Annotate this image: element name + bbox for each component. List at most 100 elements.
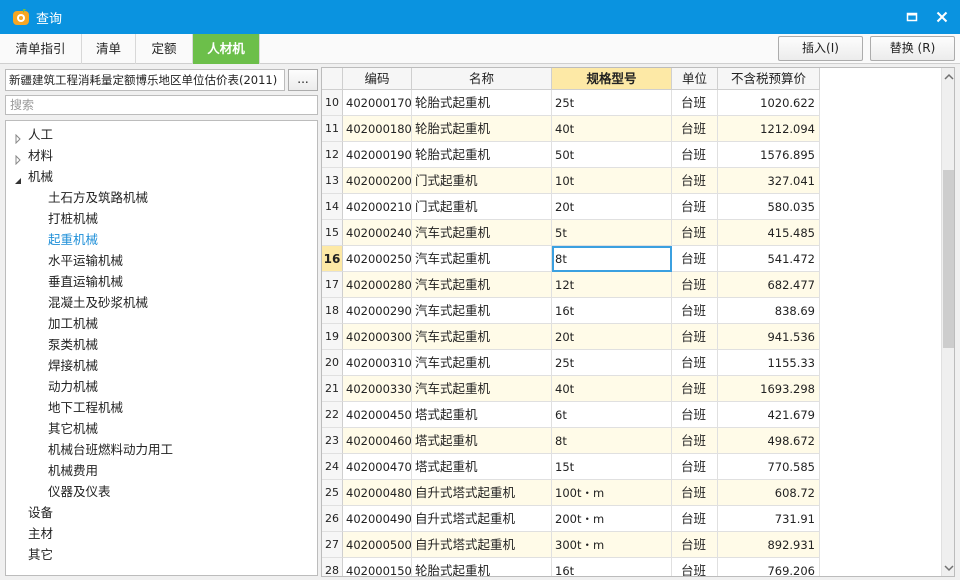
close-icon[interactable] — [934, 9, 950, 25]
table-cell-code[interactable]: 402000330 — [343, 376, 412, 402]
table-cell-name[interactable]: 轮胎式起重机 — [412, 116, 552, 142]
table-cell-spec[interactable]: 15t — [552, 454, 672, 480]
table-cell-name[interactable]: 自升式塔式起重机 — [412, 532, 552, 558]
table-cell-unit[interactable]: 台班 — [672, 506, 718, 532]
table-cell-code[interactable]: 402000240 — [343, 220, 412, 246]
table-cell-unit[interactable]: 台班 — [672, 220, 718, 246]
table-cell-code[interactable]: 402000170 — [343, 90, 412, 116]
tree-item[interactable]: 地下工程机械 — [48, 398, 123, 418]
row-number[interactable]: 23 — [322, 428, 343, 454]
row-number[interactable]: 26 — [322, 506, 343, 532]
table-cell-code[interactable]: 402000150 — [343, 558, 412, 576]
table-cell-spec[interactable]: 40t — [552, 376, 672, 402]
table-cell-name[interactable]: 门式起重机 — [412, 168, 552, 194]
collapsed-arrow-icon[interactable] — [13, 130, 23, 145]
table-cell-price[interactable]: 1212.094 — [718, 116, 820, 142]
table-cell-price[interactable]: 580.035 — [718, 194, 820, 220]
tree-item[interactable]: 其它机械 — [48, 419, 98, 439]
table-cell-price[interactable]: 769.206 — [718, 558, 820, 576]
table-cell-price[interactable]: 1020.622 — [718, 90, 820, 116]
table-cell-name[interactable]: 塔式起重机 — [412, 454, 552, 480]
table-cell-name[interactable]: 汽车式起重机 — [412, 246, 552, 272]
table-cell-spec[interactable]: 25t — [552, 350, 672, 376]
row-number[interactable]: 21 — [322, 376, 343, 402]
tree-item[interactable]: 主材 — [28, 524, 53, 544]
row-number[interactable]: 27 — [322, 532, 343, 558]
table-cell-name[interactable]: 塔式起重机 — [412, 402, 552, 428]
tree-item[interactable]: 打桩机械 — [48, 209, 98, 229]
table-cell-price[interactable]: 1576.895 — [718, 142, 820, 168]
table-cell-unit[interactable]: 台班 — [672, 428, 718, 454]
table-cell-code[interactable]: 402000210 — [343, 194, 412, 220]
row-number[interactable]: 18 — [322, 298, 343, 324]
table-cell-spec[interactable]: 5t — [552, 220, 672, 246]
row-number[interactable]: 25 — [322, 480, 343, 506]
tree-item[interactable]: 机械台班燃料动力用工 — [48, 440, 173, 460]
table-cell-spec[interactable]: 6t — [552, 402, 672, 428]
tab-quota[interactable]: 定额 — [136, 34, 193, 64]
tree-item[interactable]: 其它 — [28, 545, 53, 565]
tree-item[interactable]: 机械费用 — [48, 461, 98, 481]
row-number[interactable]: 15 — [322, 220, 343, 246]
table-cell-price[interactable]: 327.041 — [718, 168, 820, 194]
table-cell-unit[interactable]: 台班 — [672, 532, 718, 558]
column-header-unit[interactable]: 单位 — [672, 68, 718, 90]
tree-item[interactable]: 水平运输机械 — [48, 251, 123, 271]
table-cell-name[interactable]: 轮胎式起重机 — [412, 558, 552, 576]
tree-item[interactable]: 垂直运输机械 — [48, 272, 123, 292]
table-cell-spec[interactable]: 100t・m — [552, 480, 672, 506]
table-cell-code[interactable]: 402000460 — [343, 428, 412, 454]
row-number[interactable]: 28 — [322, 558, 343, 576]
table-cell-price[interactable]: 682.477 — [718, 272, 820, 298]
table-cell-spec[interactable]: 50t — [552, 142, 672, 168]
tree-item[interactable]: 材料 — [15, 146, 53, 166]
tree-item[interactable]: 仪器及仪表 — [48, 482, 111, 502]
tab-bill[interactable]: 清单 — [82, 34, 136, 64]
row-number[interactable]: 13 — [322, 168, 343, 194]
table-cell-name[interactable]: 门式起重机 — [412, 194, 552, 220]
table-cell-price[interactable]: 415.485 — [718, 220, 820, 246]
table-cell-code[interactable]: 402000500 — [343, 532, 412, 558]
table-cell-spec[interactable]: 25t — [552, 90, 672, 116]
table-cell-price[interactable]: 498.672 — [718, 428, 820, 454]
table-cell-unit[interactable]: 台班 — [672, 402, 718, 428]
table-cell-code[interactable]: 402000200 — [343, 168, 412, 194]
table-cell-name[interactable]: 汽车式起重机 — [412, 324, 552, 350]
table-cell-code[interactable]: 402000190 — [343, 142, 412, 168]
database-select[interactable]: 新疆建筑工程消耗量定额博乐地区单位估价表(2011) — [5, 69, 285, 91]
table-cell-code[interactable]: 402000180 — [343, 116, 412, 142]
table-cell-spec[interactable]: 300t・m — [552, 532, 672, 558]
row-number[interactable]: 14 — [322, 194, 343, 220]
table-cell-code[interactable]: 402000480 — [343, 480, 412, 506]
tab-bill-guide[interactable]: 清单指引 — [0, 34, 82, 64]
table-cell-name[interactable]: 轮胎式起重机 — [412, 90, 552, 116]
table-cell-unit[interactable]: 台班 — [672, 272, 718, 298]
collapsed-arrow-icon[interactable] — [13, 151, 23, 166]
table-cell-spec[interactable]: 20t — [552, 324, 672, 350]
row-number[interactable]: 20 — [322, 350, 343, 376]
table-cell-price[interactable]: 770.585 — [718, 454, 820, 480]
table-cell-spec[interactable]: 16t — [552, 298, 672, 324]
table-cell-unit[interactable]: 台班 — [672, 142, 718, 168]
column-header-name[interactable]: 名称 — [412, 68, 552, 90]
table-cell-name[interactable]: 汽车式起重机 — [412, 272, 552, 298]
table-cell-spec[interactable]: 8t — [552, 428, 672, 454]
minimize-icon[interactable] — [904, 9, 920, 25]
table-cell-name[interactable]: 汽车式起重机 — [412, 220, 552, 246]
table-cell-name[interactable]: 轮胎式起重机 — [412, 142, 552, 168]
insert-button[interactable]: 插入(I) — [778, 36, 863, 61]
tree-item[interactable]: 焊接机械 — [48, 356, 98, 376]
tree-item[interactable]: 动力机械 — [48, 377, 98, 397]
table-cell-unit[interactable]: 台班 — [672, 350, 718, 376]
tree-item[interactable]: 起重机械 — [48, 230, 98, 250]
table-cell-unit[interactable]: 台班 — [672, 324, 718, 350]
table-cell-spec[interactable]: 10t — [552, 168, 672, 194]
table-cell-spec[interactable]: 20t — [552, 194, 672, 220]
table-cell-name[interactable]: 汽车式起重机 — [412, 376, 552, 402]
table-cell-unit[interactable]: 台班 — [672, 454, 718, 480]
table-cell-unit[interactable]: 台班 — [672, 298, 718, 324]
table-cell-code[interactable]: 402000490 — [343, 506, 412, 532]
table-cell-spec[interactable]: 200t・m — [552, 506, 672, 532]
table-cell-price[interactable]: 1693.298 — [718, 376, 820, 402]
tree-item[interactable]: 加工机械 — [48, 314, 98, 334]
